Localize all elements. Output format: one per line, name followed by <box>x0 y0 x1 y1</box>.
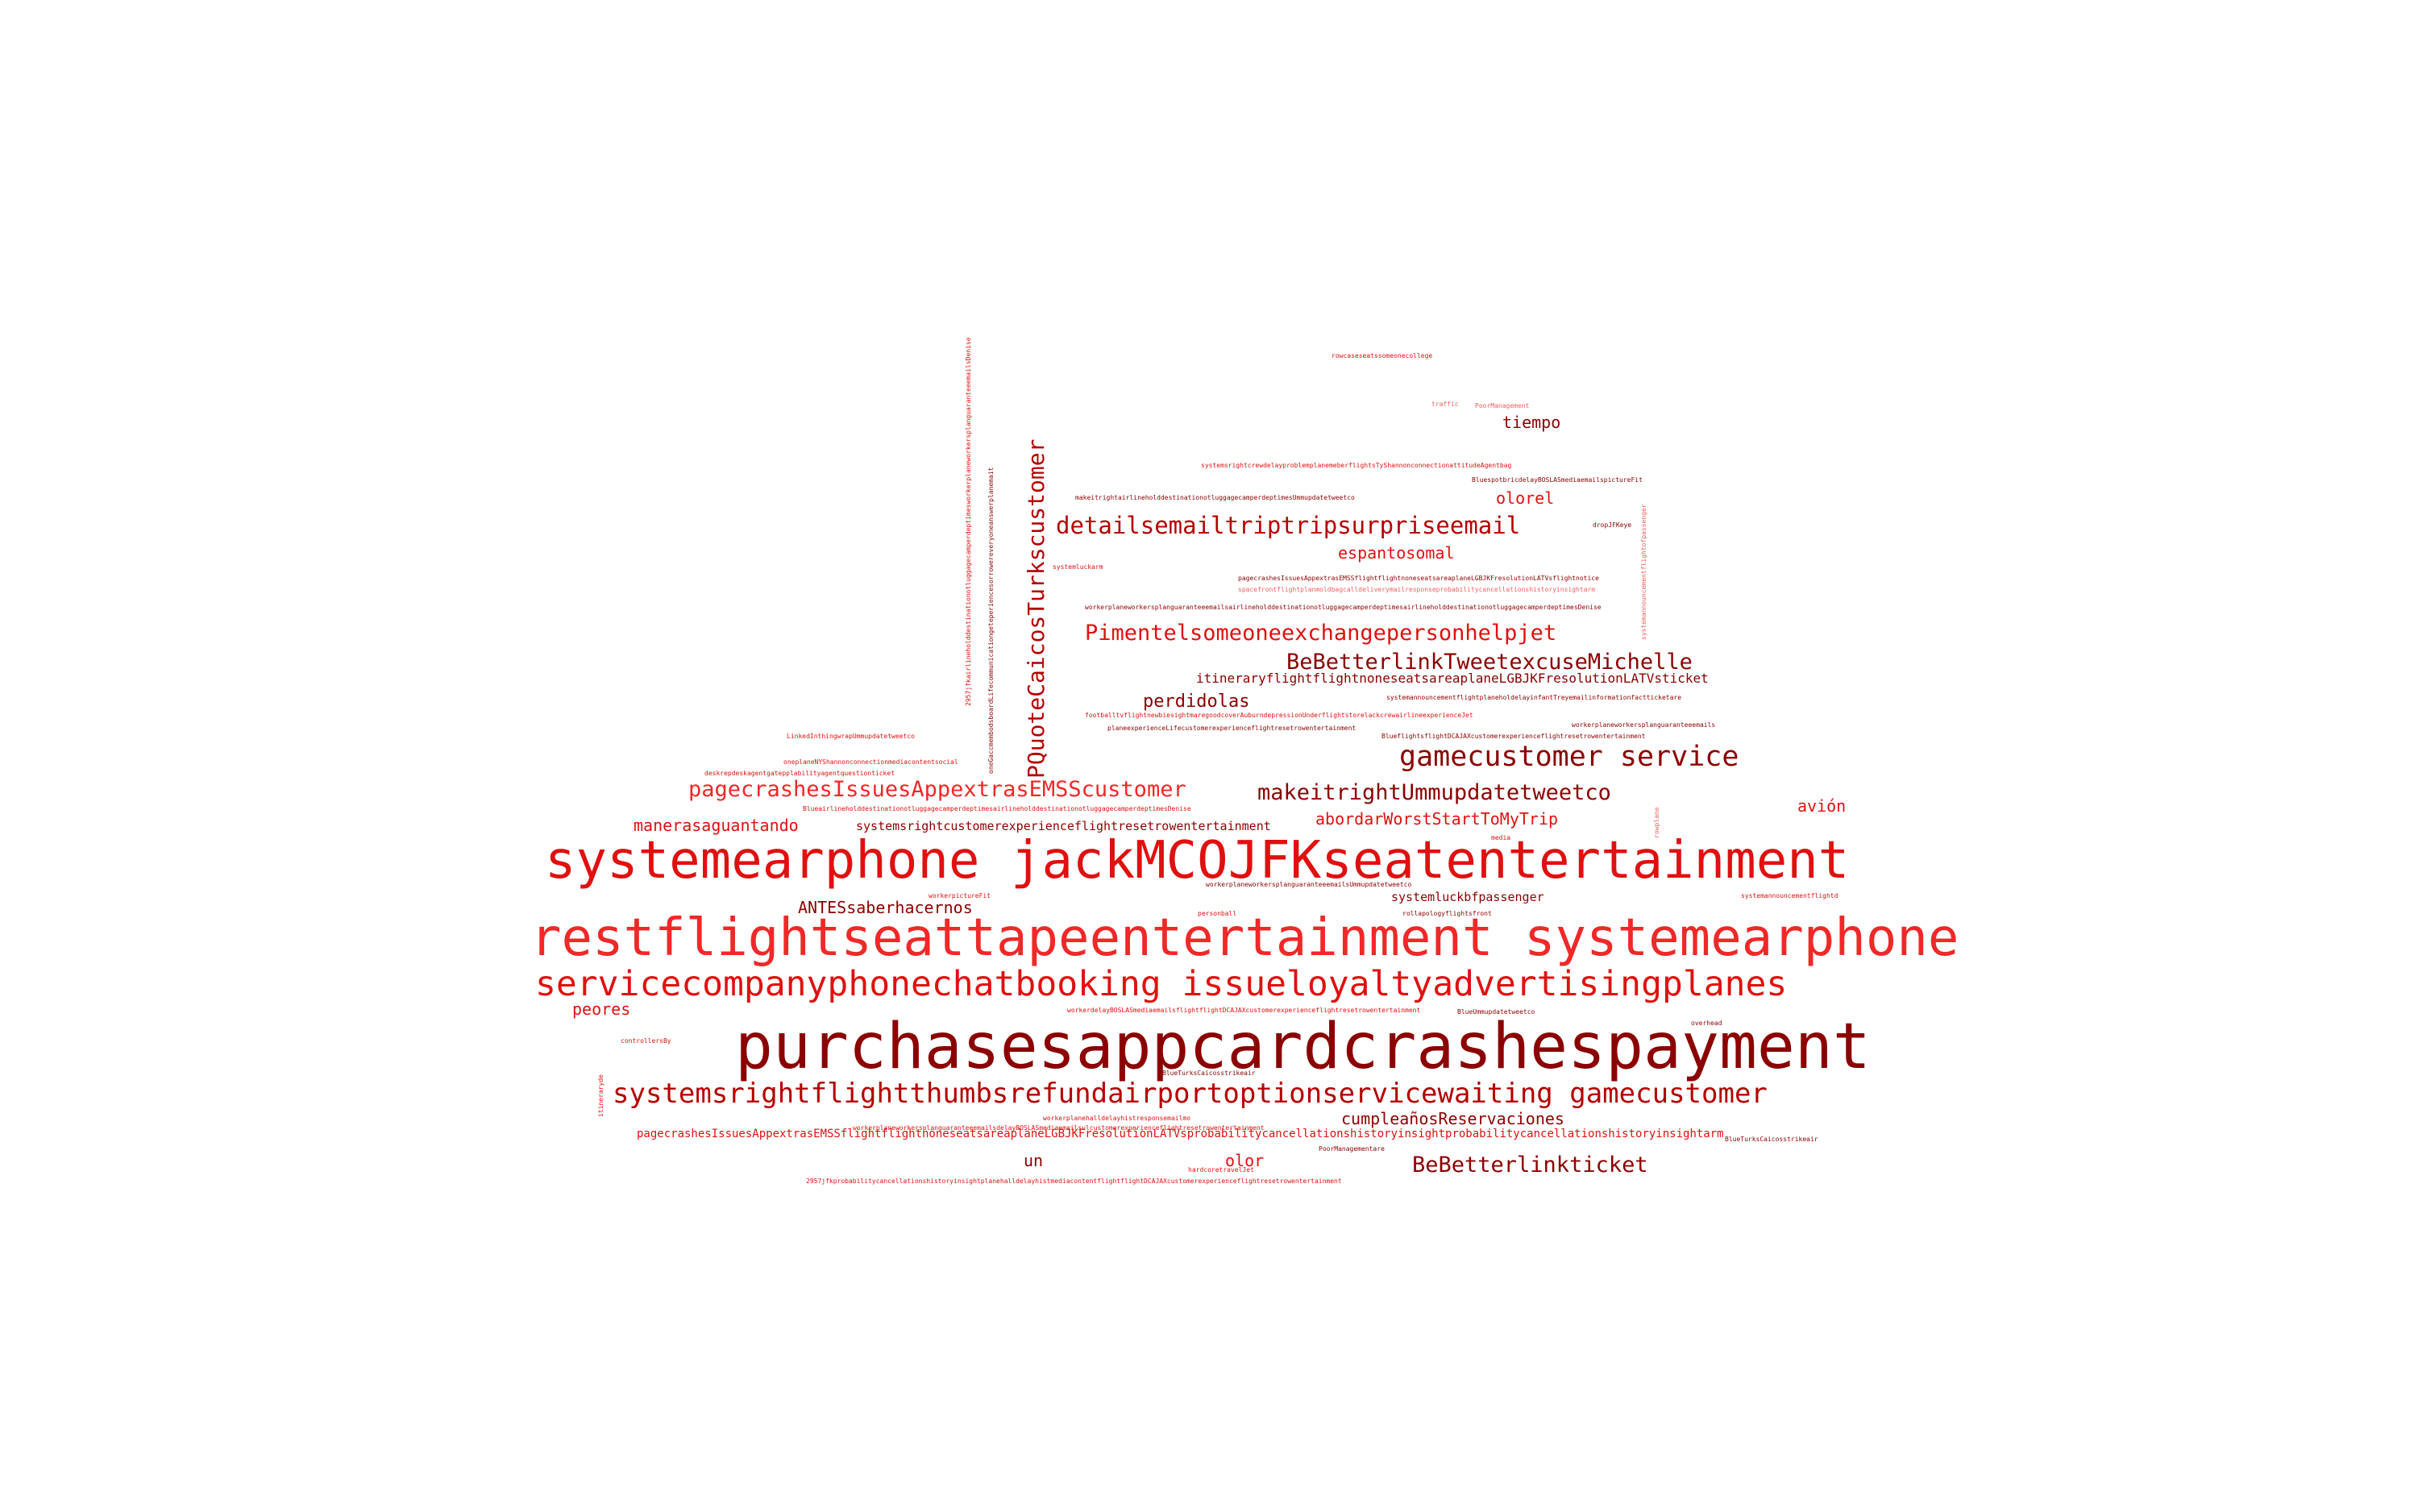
word-cloud-term: BlueUmmupdatetweetco <box>1457 1008 1535 1016</box>
word-cloud-term: Pimentelsomeoneexchangepersonhelpjet <box>1085 621 1557 646</box>
word-cloud-term: workerplaneworkersplanguaranteeemailsair… <box>1085 604 1602 611</box>
word-cloud-term: olorel <box>1496 488 1555 508</box>
word-cloud-term: oneplaneNYShannonconnectionmediacontents… <box>783 758 958 766</box>
word-cloud-term: deskrepdeskagentgatepplabilityagentquest… <box>704 770 895 777</box>
word-cloud-term: workerdelayBOSLASmediaemailsflightflight… <box>1067 1007 1421 1014</box>
word-cloud-term: rollapologyflightsfront <box>1402 910 1492 917</box>
word-cloud-term: traffic <box>1431 401 1459 408</box>
word-cloud-term: hardcoretravelJet <box>1188 1166 1254 1173</box>
word-cloud-term: peores <box>572 999 631 1019</box>
word-cloud-term: workerplaneworkersplanguaranteeemailsdel… <box>853 1124 1265 1132</box>
word-cloud-term: itineraryflightflightnoneseatsareaplaneL… <box>1196 671 1709 686</box>
word-cloud-term: systemannouncementflightplaneholdelayinf… <box>1386 694 1682 701</box>
word-cloud-term: cumpleañosReservaciones <box>1341 1109 1564 1128</box>
word-cloud-term: dropJFKeye <box>1593 521 1632 529</box>
word-cloud-term: BlueTurksCaicosstrikeair <box>1162 1070 1256 1077</box>
word-cloud-term: overhead <box>1691 1020 1722 1027</box>
word-cloud-term: systemsrightcustomerexperienceflightrese… <box>856 819 1271 833</box>
word-cloud: purchasesappcardcrashespayment restfligh… <box>0 0 2418 1512</box>
word-cloud-term: oneGaccmembodsboardLifecommunicationgete… <box>987 467 995 775</box>
word-cloud-term: personball <box>1198 910 1237 917</box>
word-cloud-term: workerplanehalldelayhistresponsemailmo <box>1043 1115 1191 1122</box>
word-cloud-term: un <box>1024 1151 1044 1170</box>
word-cloud-term: abordarWorstStartToMyTrip <box>1315 809 1559 829</box>
word-cloud-term: systemluckarm <box>1053 563 1103 571</box>
word-cloud-term: systemluckbfpassenger <box>1391 890 1544 904</box>
word-cloud-term: BeBetterlinkticket <box>1412 1153 1648 1178</box>
word-cloud-term: planeexperienceLifecustomerexperiencefli… <box>1107 725 1356 732</box>
word-cloud-term: workerpictureFit <box>929 892 991 899</box>
word-cloud-term: pagecrashesIssuesAppextrasEMSSflightflig… <box>1238 575 1599 582</box>
word-cloud-term: systemannouncementflightd <box>1741 892 1838 899</box>
word-cloud-term: workerplaneworkersplanguaranteeemailsUmm… <box>1206 881 1412 888</box>
word-cloud-term: itineraryde <box>597 1074 604 1117</box>
word-cloud-term: PoorManagementare <box>1319 1145 1385 1153</box>
word-cloud-term: media <box>1491 834 1511 841</box>
word-cloud-term: systemannouncementflightofpassenger <box>1640 504 1647 640</box>
word-cloud-term: spacefrontflightplanmoldbagcalldeliverym… <box>1238 586 1596 593</box>
word-cloud-term: servicecompanyphonechatbooking issueloya… <box>535 964 1788 1004</box>
word-cloud-term: footballtvflightnewbiesightmaregoodcover… <box>1085 712 1473 719</box>
word-cloud-term: LinkedInthingwrapUmmupdatetweetco <box>787 733 915 740</box>
word-cloud-term: systemsrightflightthumbsrefundairportopt… <box>613 1078 1768 1110</box>
word-cloud-term: manerasaguantando <box>634 816 799 835</box>
word-cloud-term: ANTESsaberhacernos <box>798 898 973 917</box>
word-cloud-term: 2957jfkairlineholddestinationotluggageca… <box>965 337 972 706</box>
word-cloud-term: BlueflightsflightDCAJAXcustomerexperienc… <box>1381 733 1646 740</box>
word-cloud-term: makeitrightairlineholddestinationotlugga… <box>1075 494 1355 501</box>
word-cloud-term: workerplaneworkersplanguaranteeemails <box>1572 721 1716 729</box>
word-cloud-term: tiempo <box>1502 413 1561 432</box>
word-cloud-term: PoorManagement <box>1475 402 1530 409</box>
word-cloud-term: rowcaseseatssomeonecollege <box>1332 352 1433 359</box>
word-cloud-term: perdidolas <box>1143 692 1250 712</box>
word-cloud-term: 2957jfkprobabilitycancellationshistoryin… <box>806 1178 1342 1185</box>
word-cloud-term: controllersBy <box>621 1037 671 1045</box>
word-cloud-term: systemearphone jackMCOJFKseatentertainme… <box>545 831 1850 891</box>
word-cloud-term: makeitrightUmmupdatetweetco <box>1257 780 1611 805</box>
word-cloud-term: detailsemailtriptripsurpriseemail <box>1056 512 1521 539</box>
word-cloud-term: restflightseattapeentertainment systemea… <box>530 908 1959 968</box>
word-cloud-term: systemsrightcrewdelayproblemplanemeberfl… <box>1201 462 1512 469</box>
word-cloud-term: espantosomal <box>1338 543 1455 563</box>
word-cloud-term: avión <box>1797 796 1847 816</box>
word-cloud-term: BluespotbricdelayBOSLASmediaemailspictur… <box>1472 476 1643 484</box>
word-cloud-term: BlueTurksCaicosstrikeair <box>1725 1136 1818 1143</box>
word-cloud-term: PQuoteCaicosTurkscustomer <box>1023 438 1049 779</box>
word-cloud-term: Blueairlineholddestinationotluggagecampe… <box>803 805 1191 812</box>
word-cloud-term: gamecustomer service <box>1399 741 1739 773</box>
word-cloud-term: pagecrashesIssuesAppextrasEMSScustomer <box>688 777 1186 802</box>
word-cloud-term: rowplane <box>1653 807 1660 838</box>
word-cloud-term: BeBetterlinkTweetexcuseMichelle <box>1286 650 1693 675</box>
